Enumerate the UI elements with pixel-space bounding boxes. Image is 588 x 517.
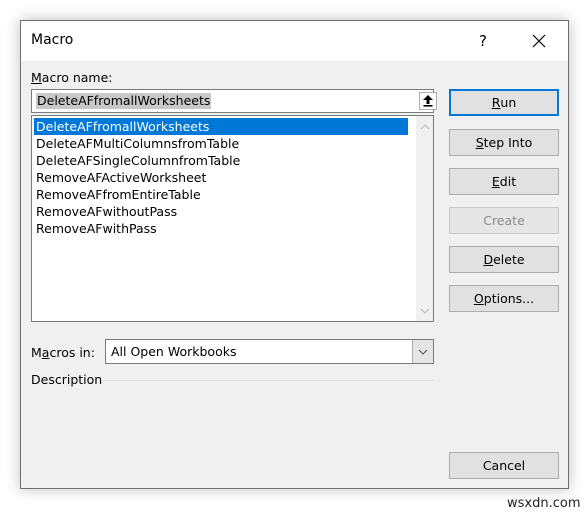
title-bar: Macro ? (21, 21, 568, 61)
macro-name-label: Macro name: (31, 70, 113, 85)
options-button[interactable]: Options... (449, 285, 559, 312)
dialog-title: Macro (31, 32, 74, 48)
list-item[interactable]: DeleteAFMultiColumnsfromTable (34, 135, 408, 152)
delete-button[interactable]: Delete (449, 246, 559, 273)
description-divider (103, 380, 434, 381)
description-label: Description (31, 372, 103, 387)
upload-arrow-icon (423, 95, 433, 107)
create-button[interactable]: Create (449, 207, 559, 234)
macro-name-input[interactable]: DeleteAFfromallWorksheets (31, 89, 437, 113)
list-item[interactable]: RemoveAFwithPass (34, 220, 408, 237)
macro-dialog: Macro ? Macro name: DeleteAFfromallWorks… (20, 20, 569, 489)
help-icon: ? (479, 32, 487, 50)
upload-button[interactable] (419, 92, 437, 110)
list-item[interactable]: RemoveAFfromEntireTable (34, 186, 408, 203)
macro-list[interactable]: DeleteAFfromallWorksheets DeleteAFMultiC… (31, 115, 434, 322)
step-into-button[interactable]: Step Into (449, 129, 559, 156)
list-item[interactable]: DeleteAFSingleColumnfromTable (34, 152, 408, 169)
macros-in-select[interactable]: All Open Workbooks (105, 339, 434, 364)
cancel-button[interactable]: Cancel (449, 452, 559, 479)
scroll-up-button[interactable] (419, 121, 430, 132)
list-item[interactable]: RemoveAFActiveWorksheet (34, 169, 408, 186)
chevron-up-icon (420, 123, 429, 129)
macro-name-value: DeleteAFfromallWorksheets (36, 93, 212, 109)
chevron-down-icon (418, 349, 428, 355)
macros-in-value: All Open Workbooks (111, 344, 237, 359)
vertical-scrollbar[interactable] (416, 116, 433, 321)
help-button[interactable]: ? (461, 25, 505, 57)
list-item[interactable]: RemoveAFwithoutPass (34, 203, 408, 220)
chevron-down-icon (420, 308, 429, 314)
close-icon (532, 34, 546, 48)
run-button[interactable]: Run (449, 89, 559, 116)
scroll-down-button[interactable] (419, 305, 430, 316)
macros-in-label: Macros in: (31, 345, 95, 360)
edit-button[interactable]: Edit (449, 168, 559, 195)
close-button[interactable] (517, 25, 561, 57)
dropdown-button[interactable] (412, 340, 433, 363)
list-item[interactable]: DeleteAFfromallWorksheets (34, 118, 408, 135)
watermark: wsxdn.com (507, 496, 581, 511)
